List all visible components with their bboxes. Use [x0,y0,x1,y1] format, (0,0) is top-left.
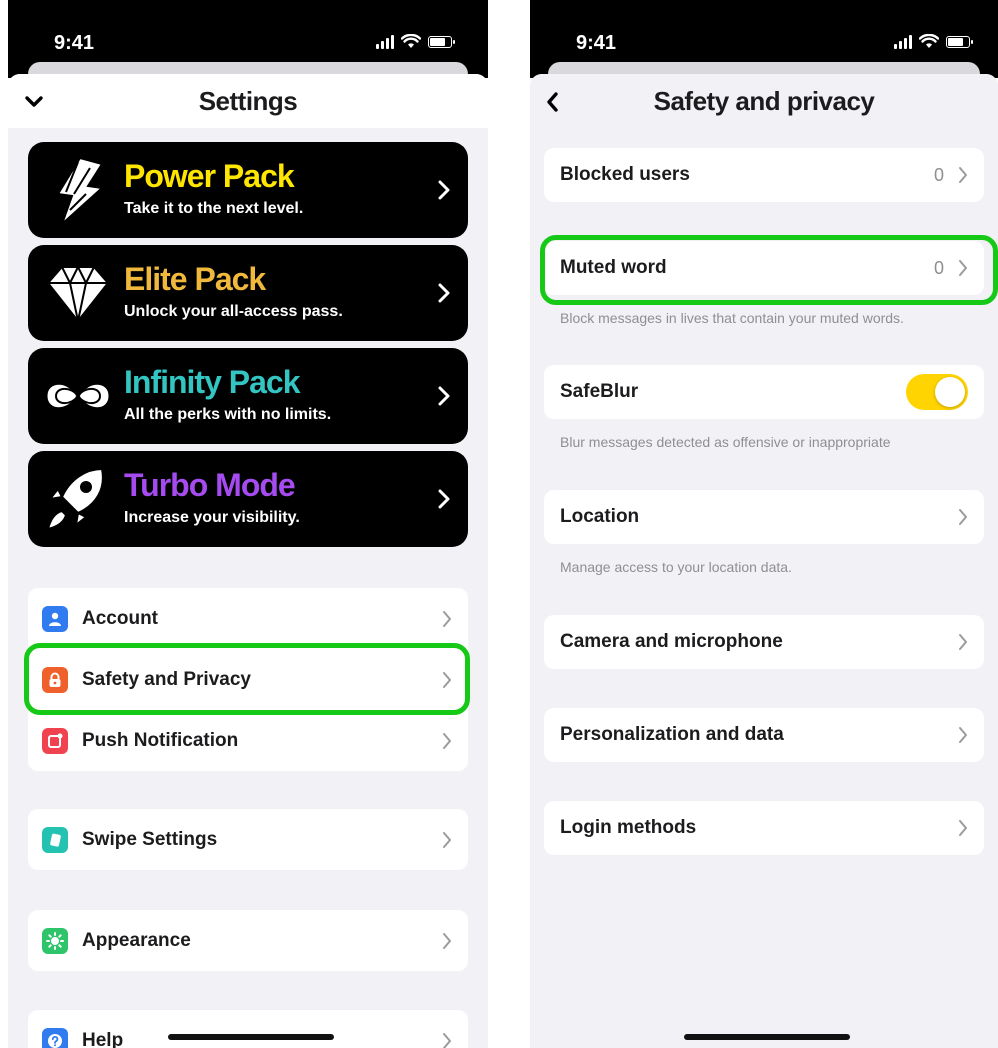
signal-icon [376,34,394,49]
chevron-right-icon [443,933,451,949]
pack-title: Turbo Mode [124,467,296,503]
signal-icon [894,34,912,49]
pack-subtitle: Take it to the next level. [124,200,304,217]
battery-icon [946,35,973,48]
pack-title: Power Pack [124,158,295,194]
wifi-icon [919,34,939,48]
infinity-pack-banner[interactable]: Infinity Pack All the perks with no limi… [28,348,468,444]
chevron-right-icon [438,489,450,509]
login-methods-label: Login methods [560,817,697,838]
battery-icon [428,35,455,48]
settings-screen: 9:41 Settings Power Pack Take it to the … [8,0,488,1048]
chevron-right-icon [438,386,450,406]
location-label: Location [560,506,640,527]
page-title: Safety and privacy [653,86,875,116]
location-footer: Manage access to your location data. [560,559,792,575]
chevron-right-icon [443,1033,451,1048]
status-icons [376,34,455,49]
blocked-users-count: 0 [933,165,944,185]
chevron-right-icon [443,733,451,749]
muted-word-row[interactable]: Muted word 0 [544,241,984,295]
lock-icon [42,667,68,693]
status-icons [894,34,973,49]
pack-title: Infinity Pack [124,364,300,400]
safeblur-row: SafeBlur [544,365,984,419]
power-pack-banner[interactable]: Power Pack Take it to the next level. [28,142,468,238]
chevron-right-icon [438,283,450,303]
chevron-right-icon [959,634,967,650]
chevron-right-icon [438,180,450,200]
question-icon [42,1028,68,1048]
chevron-right-icon [959,167,967,183]
help-row[interactable]: Help [28,1010,468,1048]
diamond-icon [46,264,110,323]
safety-privacy-row[interactable]: Safety and Privacy [28,649,468,710]
infinity-icon [44,381,112,411]
help-label: Help [82,1029,124,1048]
safeblur-label: SafeBlur [560,381,639,402]
personalization-data-row[interactable]: Personalization and data [544,708,984,762]
pack-title: Elite Pack [124,261,266,297]
notification-icon [42,728,68,754]
rocket-icon [46,467,104,531]
nav-bar: Settings [8,74,488,128]
sun-icon [42,928,68,954]
personalization-data-label: Personalization and data [560,724,784,745]
appearance-group: Appearance [28,910,468,971]
chevron-right-icon [959,260,967,276]
settings-sheet: Settings Power Pack Take it to the next … [8,74,488,1048]
pack-subtitle: Unlock your all-access pass. [124,303,343,320]
chevron-right-icon [443,832,451,848]
lightning-bolt-icon [56,156,105,225]
account-label: Account [82,607,158,629]
account-row[interactable]: Account [28,588,468,649]
camera-microphone-row[interactable]: Camera and microphone [544,615,984,669]
push-notification-row[interactable]: Push Notification [28,710,468,771]
camera-microphone-label: Camera and microphone [560,631,783,652]
safety-privacy-sheet: Safety and privacy Blocked users 0 Muted… [530,74,998,1048]
chevron-right-icon [443,672,451,688]
muted-word-label: Muted word [560,257,667,278]
appearance-label: Appearance [82,929,191,951]
home-indicator [684,1034,850,1040]
toggle-knob [935,377,965,407]
status-time: 9:41 [576,32,617,54]
chevron-right-icon [959,509,967,525]
status-time: 9:41 [54,32,95,54]
elite-pack-banner[interactable]: Elite Pack Unlock your all-access pass. [28,245,468,341]
muted-word-footer: Block messages in lives that contain you… [560,310,904,326]
pack-subtitle: All the perks with no limits. [124,406,332,423]
home-indicator [168,1034,334,1040]
chevron-right-icon [959,727,967,743]
turbo-mode-banner[interactable]: Turbo Mode Increase your visibility. [28,451,468,547]
safeblur-toggle[interactable] [906,374,968,410]
location-row[interactable]: Location [544,490,984,544]
nav-bar: Safety and privacy [530,74,998,128]
chevron-right-icon [959,820,967,836]
appearance-row[interactable]: Appearance [28,910,468,971]
blocked-users-row[interactable]: Blocked users 0 [544,148,984,202]
card-icon [42,827,68,853]
swipe-settings-label: Swipe Settings [82,828,218,850]
pack-subtitle: Increase your visibility. [124,509,300,526]
wifi-icon [401,34,421,48]
swipe-settings-row[interactable]: Swipe Settings [28,809,468,870]
blocked-users-label: Blocked users [560,164,690,185]
chevron-right-icon [443,611,451,627]
push-notification-label: Push Notification [82,729,239,751]
safety-privacy-label: Safety and Privacy [82,668,251,690]
account-settings-group: Account Safety and Privacy Push Notifica… [28,588,468,771]
safeblur-footer: Blur messages detected as offensive or i… [560,434,891,450]
login-methods-row[interactable]: Login methods [544,801,984,855]
page-title: Settings [198,86,298,116]
safety-privacy-screen: 9:41 Safety and privacy Blocked users 0 … [530,0,998,1048]
swipe-settings-group: Swipe Settings [28,809,468,870]
help-group: Help [28,1010,468,1048]
person-icon [42,606,68,632]
muted-word-count: 0 [933,258,944,278]
